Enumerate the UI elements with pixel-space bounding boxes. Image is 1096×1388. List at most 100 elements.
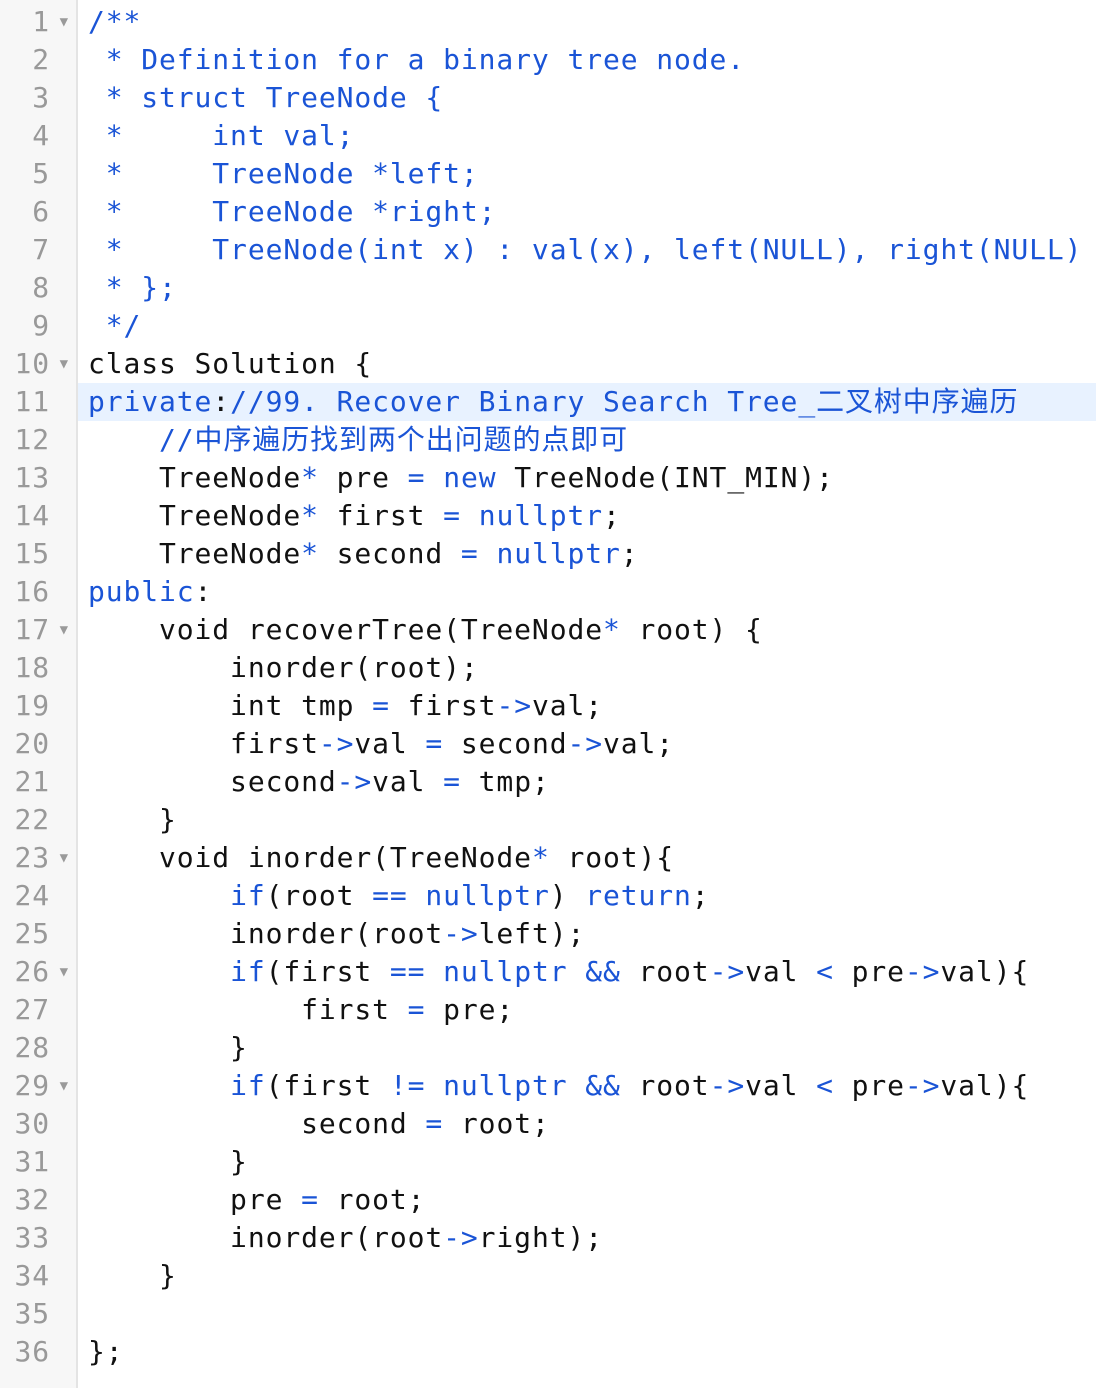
code-line[interactable]: first = pre; [78, 991, 1096, 1029]
code-line[interactable]: * TreeNode(int x) : val(x), left(NULL), … [78, 231, 1096, 269]
keyword-token: if [230, 955, 266, 988]
line-number: 4 [32, 119, 50, 152]
code-line[interactable]: } [78, 1029, 1096, 1067]
code-line[interactable]: } [78, 1257, 1096, 1295]
operator-token: == [389, 955, 426, 988]
code-line[interactable]: public: [78, 573, 1096, 611]
comment-token: * Definition for a binary tree node. [88, 43, 746, 76]
code-line[interactable]: }; [78, 1333, 1096, 1371]
code-token: ; [603, 499, 621, 532]
code-line[interactable]: pre = root; [78, 1181, 1096, 1219]
code-line[interactable]: inorder(root); [78, 649, 1096, 687]
line-number: 27 [14, 993, 50, 1026]
code-token: second [88, 765, 337, 798]
line-number: 2 [32, 43, 50, 76]
operator-token: != [389, 1069, 426, 1102]
line-number: 18 [14, 651, 50, 684]
code-line[interactable]: if(first != nullptr && root->val < pre->… [78, 1067, 1096, 1105]
line-number: 15 [14, 537, 50, 570]
gutter-row: 29 ▼ [0, 1067, 76, 1105]
operator-token: -> [567, 727, 603, 760]
comment-token: * TreeNode(int x) : val(x), left(NULL), … [88, 233, 1096, 266]
code-token: inorder(root [88, 1221, 444, 1254]
code-line[interactable]: /** [78, 3, 1096, 41]
line-number-gutter: 1 ▼ 2 3 4 5 6 7 8 9 10 ▼ 11 12 13 14 15 16 17 ▼ 18 19 20 21 22 23… [0, 0, 78, 1388]
code-line[interactable]: inorder(root->right); [78, 1219, 1096, 1257]
comment-token: * struct TreeNode { [88, 81, 444, 114]
code-line[interactable]: private://99. Recover Binary Search Tree… [78, 383, 1096, 421]
fold-triangle-down-icon[interactable]: ▼ [60, 953, 69, 991]
fold-triangle-down-icon[interactable]: ▼ [60, 1067, 69, 1105]
code-line[interactable]: */ [78, 307, 1096, 345]
line-number: 25 [14, 917, 50, 950]
code-token: pre [833, 955, 905, 988]
code-line[interactable]: void recoverTree(TreeNode* root) { [78, 611, 1096, 649]
code-line[interactable]: first->val = second->val; [78, 725, 1096, 763]
code-line[interactable]: * int val; [78, 117, 1096, 155]
code-token: root [620, 1069, 710, 1102]
code-line[interactable]: * TreeNode *right; [78, 193, 1096, 231]
code-line[interactable] [78, 1295, 1096, 1333]
code-line[interactable]: * Definition for a binary tree node. [78, 41, 1096, 79]
gutter-row: 20 [0, 725, 76, 763]
code-line[interactable]: //中序遍历找到两个出问题的点即可 [78, 421, 1096, 459]
code-token: ; [620, 537, 639, 570]
code-line[interactable]: class Solution { [78, 345, 1096, 383]
code-token: inorder(root [88, 917, 444, 950]
code-token: } [88, 1031, 248, 1064]
code-line[interactable]: TreeNode* first = nullptr; [78, 497, 1096, 535]
code-line[interactable]: void inorder(TreeNode* root){ [78, 839, 1096, 877]
gutter-row: 12 [0, 421, 76, 459]
code-line[interactable]: * TreeNode *left; [78, 155, 1096, 193]
code-line[interactable]: inorder(root->left); [78, 915, 1096, 953]
operator-token: = [372, 689, 390, 722]
line-number: 36 [14, 1335, 50, 1368]
code-line[interactable]: } [78, 1143, 1096, 1181]
operator-token: * [531, 841, 550, 874]
code-token: root) { [620, 613, 763, 646]
line-number: 19 [14, 689, 50, 722]
code-line[interactable]: TreeNode* second = nullptr; [78, 535, 1096, 573]
fold-triangle-down-icon[interactable]: ▼ [60, 611, 69, 649]
line-number: 6 [32, 195, 50, 228]
operator-token: -> [336, 765, 373, 798]
code-line[interactable]: * struct TreeNode { [78, 79, 1096, 117]
keyword-token: nullptr [425, 879, 550, 912]
code-token: first [88, 993, 408, 1026]
line-number: 21 [14, 765, 50, 798]
fold-triangle-down-icon[interactable]: ▼ [60, 345, 69, 383]
gutter-row: 6 [0, 193, 76, 231]
operator-token: && [585, 955, 621, 988]
code-line[interactable]: if(root == nullptr) return; [78, 877, 1096, 915]
code-token: TreeNode [88, 461, 302, 494]
line-number: 11 [14, 385, 50, 418]
line-number: 22 [14, 803, 50, 836]
code-token: val){ [940, 1069, 1030, 1102]
code-token: val; [603, 727, 675, 760]
gutter-row: 23 ▼ [0, 839, 76, 877]
operator-token: -> [709, 1069, 746, 1102]
line-number: 14 [14, 499, 50, 532]
code-line[interactable]: } [78, 801, 1096, 839]
code-line[interactable]: int tmp = first->val; [78, 687, 1096, 725]
code-line[interactable]: if(first == nullptr && root->val < pre->… [78, 953, 1096, 991]
operator-token: * [301, 461, 319, 494]
code-line[interactable]: TreeNode* pre = new TreeNode(INT_MIN); [78, 459, 1096, 497]
code-line[interactable]: * }; [78, 269, 1096, 307]
gutter-row: 30 [0, 1105, 76, 1143]
line-number: 30 [14, 1107, 50, 1140]
gutter-row: 13 [0, 459, 76, 497]
code-editor[interactable]: 1 ▼ 2 3 4 5 6 7 8 9 10 ▼ 11 12 13 14 15 16 17 ▼ 18 19 20 21 22 23… [0, 0, 1096, 1388]
fold-triangle-down-icon[interactable]: ▼ [60, 839, 69, 877]
comment-token: //中序遍历找到两个出问题的点即可 [159, 423, 629, 456]
code-token: pre; [425, 993, 515, 1026]
code-line[interactable]: second = root; [78, 1105, 1096, 1143]
code-line[interactable]: second->val = tmp; [78, 763, 1096, 801]
code-area[interactable]: /** * Definition for a binary tree node.… [78, 0, 1096, 1388]
line-number: 35 [14, 1297, 50, 1330]
fold-triangle-down-icon[interactable]: ▼ [60, 3, 69, 41]
operator-token: = [407, 461, 426, 494]
